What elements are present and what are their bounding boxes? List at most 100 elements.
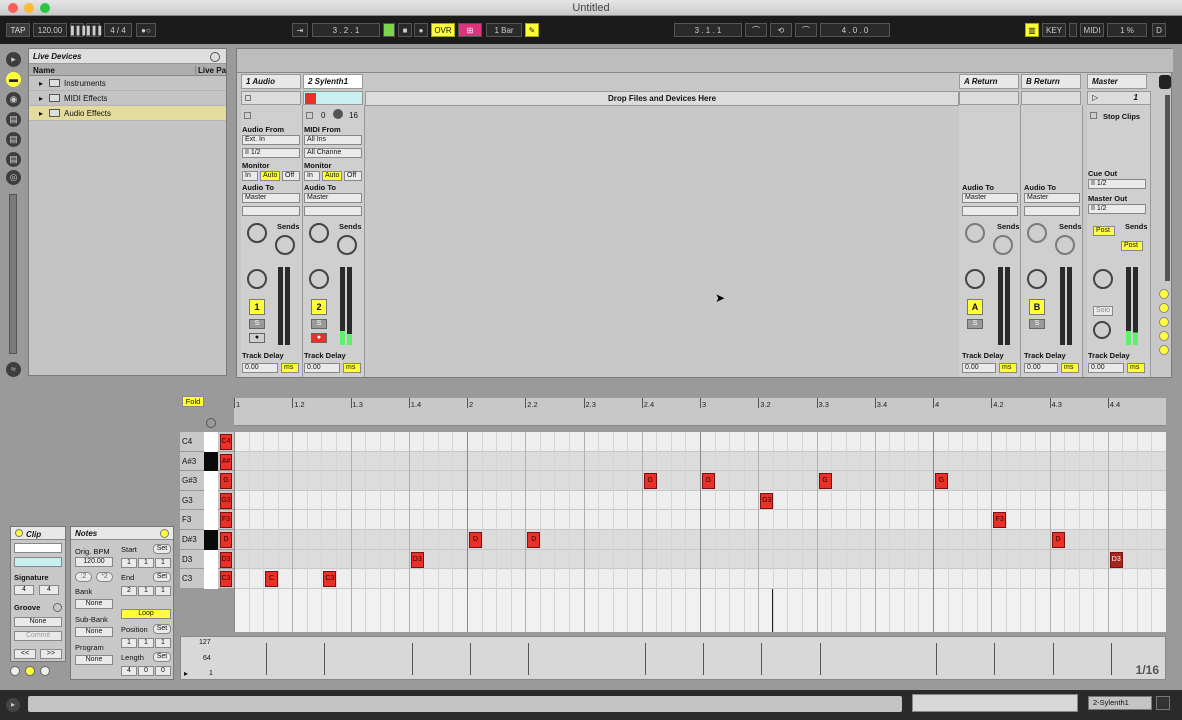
live-devices-icon[interactable]: ▬ [6, 72, 21, 87]
midi-note[interactable]: D3 [1109, 551, 1123, 568]
track-1-stop-all-icon[interactable] [244, 112, 251, 119]
return-a-activator-button[interactable]: A [967, 299, 983, 315]
midi-note[interactable]: G [935, 473, 948, 490]
name-column-header[interactable]: Name [33, 66, 55, 75]
midi-note[interactable]: D3 [410, 551, 424, 568]
velocity-bar[interactable] [470, 643, 471, 675]
send-b-knob[interactable] [1055, 235, 1075, 255]
midi-note[interactable]: D [469, 532, 482, 548]
piano-key-row[interactable]: D#3 D [180, 530, 234, 550]
track-1-output-select[interactable]: Master [242, 193, 300, 203]
overdub-button[interactable]: OVR [431, 23, 455, 37]
return-b-delay-unit-button[interactable]: ms [1061, 363, 1079, 373]
loop-switch-icon[interactable]: ⟲ [770, 23, 792, 37]
monitor-in-button[interactable]: In [242, 171, 258, 181]
master-header[interactable]: Master [1087, 74, 1147, 89]
io-knob-icon[interactable] [333, 109, 343, 119]
return-header-a[interactable]: A Return [959, 74, 1019, 89]
note-editor-grid[interactable]: C C3 D3 D D G G G3 G G F3 D D3 [234, 432, 1166, 632]
white-key[interactable] [204, 432, 218, 452]
track-2-output-select[interactable]: Master [304, 193, 362, 203]
post-send-a-button[interactable]: Post [1093, 226, 1115, 236]
scene-play-icon[interactable]: ▷ [1092, 93, 1098, 102]
tap-button[interactable]: TAP [6, 23, 30, 37]
return-a-delay-field[interactable]: 0.00 [962, 363, 996, 373]
draw-mode-icon[interactable]: ✎ [525, 23, 539, 37]
midi-note[interactable]: D [527, 532, 541, 548]
monitor-auto-button[interactable]: Auto [322, 171, 342, 181]
return-b-delay-field[interactable]: 0.00 [1024, 363, 1058, 373]
record-icon[interactable]: ● [414, 23, 428, 37]
info-view-toggle-icon[interactable]: ▸ [6, 698, 20, 712]
overview-thumbnail[interactable] [912, 694, 1078, 712]
monitor-in-button[interactable]: In [304, 171, 320, 181]
send-b-knob[interactable] [337, 235, 357, 255]
midi-note[interactable]: F3 [993, 512, 1007, 529]
notes-view-toggle-icon[interactable] [25, 666, 36, 676]
clip-box-toggle-icon[interactable] [15, 529, 23, 537]
velocity-editor[interactable]: 127 64 1 ▸ 1/16 [180, 636, 1166, 680]
master-delay-field[interactable]: 0.00 [1088, 363, 1124, 373]
length-beat-field[interactable]: 0 [138, 666, 154, 676]
velocity-bar[interactable] [411, 643, 413, 675]
piano-key-row[interactable]: F3 F3 [180, 510, 234, 530]
velocity-bar[interactable] [266, 643, 268, 675]
hot-swap-icon[interactable]: ◎ [6, 170, 21, 185]
velocity-bar[interactable] [936, 643, 937, 675]
track-1-delay-unit-button[interactable]: ms [281, 363, 299, 373]
velocity-bar[interactable] [644, 643, 646, 675]
track-2-delay-unit-button[interactable]: ms [343, 363, 361, 373]
velocity-bar[interactable] [1110, 643, 1112, 675]
velocity-bar[interactable] [819, 643, 821, 675]
track-1-solo-button[interactable]: S [249, 319, 265, 329]
track-header-1[interactable]: 1 Audio [241, 74, 301, 89]
file-browser-3-icon[interactable]: ▤ [6, 152, 21, 167]
groove-pool-icon[interactable]: ≈ [6, 362, 21, 377]
return-a-output-channel[interactable] [962, 206, 1018, 216]
mixer-section-toggle-icon[interactable] [1159, 75, 1171, 89]
file-browser-2-icon[interactable]: ▤ [6, 132, 21, 147]
white-key[interactable] [204, 490, 218, 511]
black-key[interactable] [204, 530, 218, 550]
session-record-button[interactable]: ⊞ [458, 23, 482, 37]
punch-in-icon[interactable]: ⌒ [745, 23, 767, 37]
return-b-output-select[interactable]: Master [1024, 193, 1080, 203]
post-send-b-button[interactable]: Post [1121, 241, 1143, 251]
velocity-bar[interactable] [761, 643, 763, 675]
end-beat-field[interactable]: 1 [138, 586, 154, 596]
stop-icon[interactable]: ■ [398, 23, 412, 37]
bank-select[interactable]: None [75, 599, 113, 609]
track-2-delay-field[interactable]: 0.00 [304, 363, 340, 373]
groove-hot-swap-icon[interactable] [53, 603, 62, 612]
browser-item-instruments[interactable]: ▸ Instruments [29, 76, 226, 91]
follow-icon[interactable]: ⇥ [292, 23, 308, 37]
return-a-solo-button[interactable]: S [967, 319, 983, 329]
pan-knob[interactable] [309, 269, 329, 289]
track-2-activator-button[interactable]: 2 [311, 299, 327, 315]
tempo-field[interactable]: 120.00 [33, 23, 67, 37]
return-a-output-select[interactable]: Master [962, 193, 1018, 203]
master-out-select[interactable]: II 1/2 [1088, 204, 1146, 214]
signature-numerator[interactable]: 4 [14, 585, 34, 595]
envelopes-view-toggle-icon[interactable] [40, 666, 51, 676]
solo-cue-button[interactable]: Solo [1093, 306, 1113, 316]
piano-key-row[interactable]: D3 D3 [180, 549, 234, 570]
track-2-solo-button[interactable]: S [311, 319, 327, 329]
drop-zone[interactable]: Drop Files and Devices Here [365, 91, 959, 106]
midi-note[interactable]: C [265, 571, 279, 588]
file-browser-1-icon[interactable]: ▤ [6, 112, 21, 127]
expand-triangle-icon[interactable]: ▸ [39, 79, 43, 88]
monitor-auto-button[interactable]: Auto [260, 171, 280, 181]
browser-item-audio-effects[interactable]: ▸ Audio Effects [29, 106, 226, 121]
track-1-activator-button[interactable]: 1 [249, 299, 265, 315]
velocity-bar[interactable] [1052, 643, 1054, 675]
pan-knob[interactable] [1027, 269, 1047, 289]
end-set-button[interactable]: Set [153, 572, 171, 582]
track-2-input-select[interactable]: All Ins [304, 135, 362, 145]
pan-knob[interactable] [965, 269, 985, 289]
return-header-b[interactable]: B Return [1021, 74, 1081, 89]
length-sixteenth-field[interactable]: 0 [155, 666, 171, 676]
clip-name-field[interactable] [14, 543, 62, 553]
position-set-button[interactable]: Set [153, 624, 171, 634]
midi-map-button[interactable]: MIDI [1080, 23, 1104, 37]
